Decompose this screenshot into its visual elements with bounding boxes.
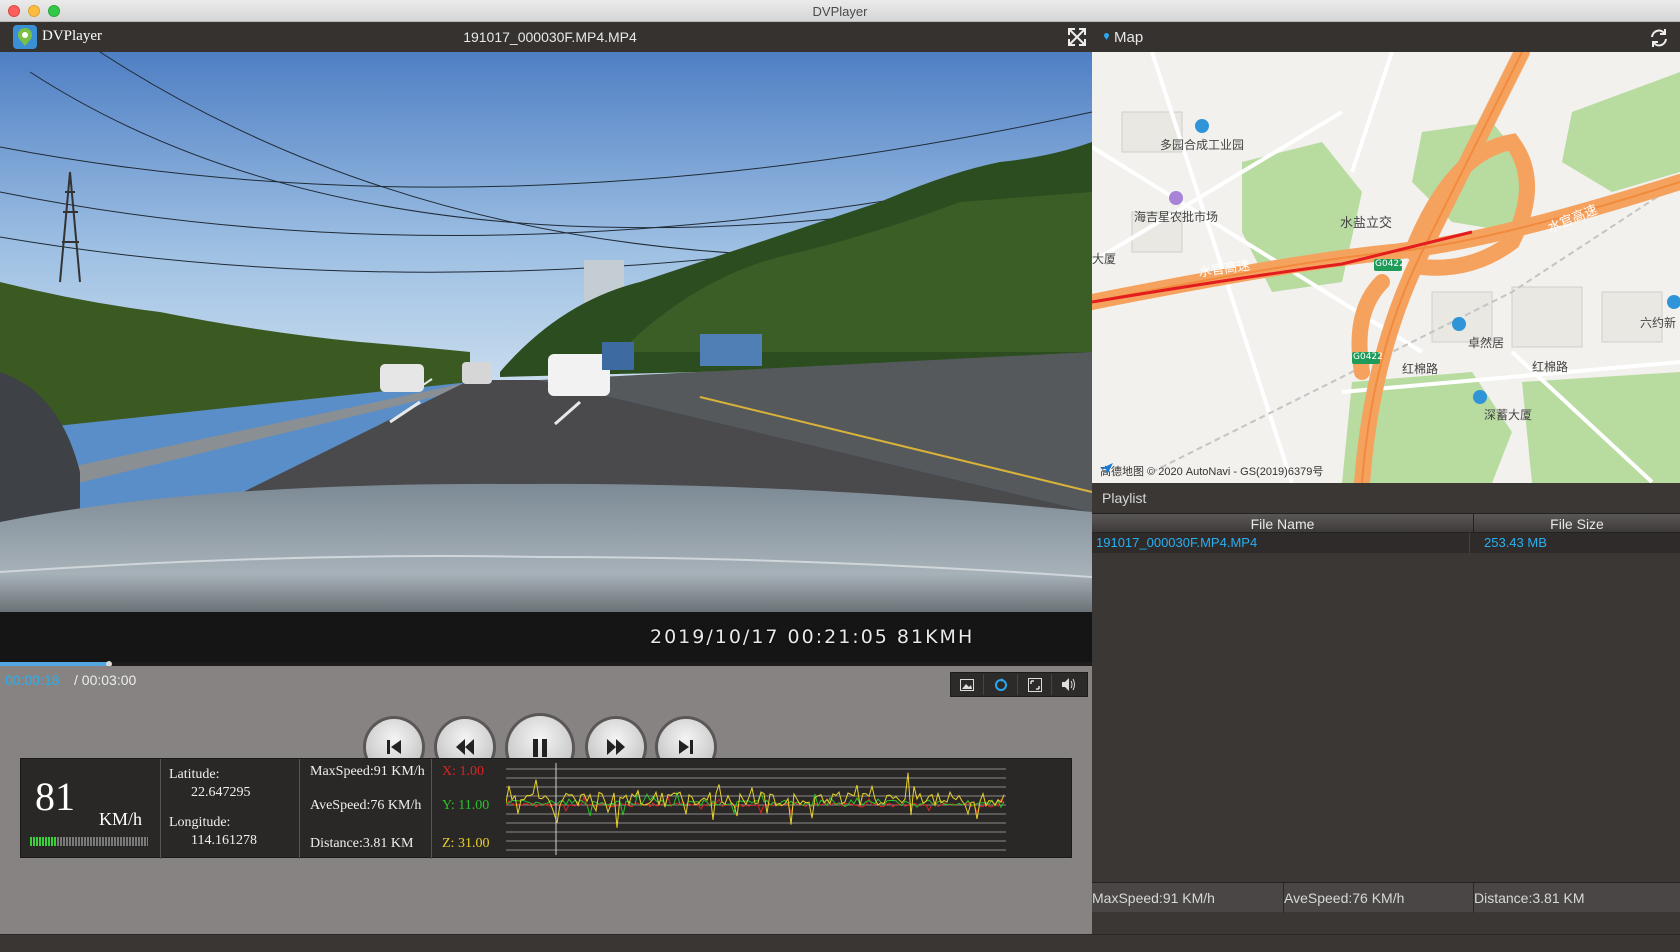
gsensor-axes-cell: X: 1.00 Y: 11.00 Z: 31.00	[432, 759, 500, 859]
map-attribution-text: 高德地图 © 2020 AutoNavi - GS(2019)6379号	[1100, 466, 1324, 478]
map-poi-label: 深蓄大厦	[1484, 408, 1533, 422]
refresh-icon[interactable]	[1648, 27, 1670, 49]
map-poi-label: 海吉星农批市场	[1134, 210, 1219, 224]
navigation-arrow-icon	[1100, 463, 1113, 475]
map-attribution: 高德地图 © 2020 AutoNavi - GS(2019)6379号	[1100, 463, 1323, 479]
window-title: DVPlayer	[812, 4, 868, 19]
speed-meter-fill	[30, 837, 58, 846]
speed-value: 81	[35, 774, 75, 819]
status-bar	[0, 934, 1680, 952]
fullscreen-icon[interactable]	[1066, 26, 1088, 48]
summary-max-speed: MaxSpeed:91 KM/h	[1092, 883, 1284, 913]
video-osd-timestamp: 2019/10/17 00:21:05 81KMH	[650, 626, 975, 648]
video-tool-strip	[950, 672, 1088, 697]
playlist-title: Playlist	[1102, 490, 1147, 506]
road-shield-label: G0422	[1375, 259, 1405, 269]
map-view[interactable]: 多园合成工业园 海吉星农批市场 水盐立交 水官高速 水官高速 大厦 卓然居 红棉…	[1092, 52, 1680, 483]
total-time: / 00:03:00	[74, 672, 137, 688]
speed-meter	[30, 837, 148, 846]
player-header: DVPlayer 191017_000030F.MP4.MP4	[0, 22, 1092, 52]
map-poi-label: 六约新	[1640, 316, 1677, 330]
current-time: 00:00:18	[5, 672, 60, 688]
summary-distance: Distance:3.81 KM	[1474, 890, 1585, 906]
playlist-file-size: 253.43 MB	[1484, 535, 1547, 550]
summary-ave-speed: AveSpeed:76 KM/h	[1284, 883, 1474, 913]
map-header: Map	[1092, 22, 1680, 52]
playlist-header: File Name File Size	[1092, 513, 1680, 534]
screenshot-icon[interactable]	[951, 674, 984, 695]
rotate-icon[interactable]	[985, 674, 1018, 695]
road-shield-label: G0422	[1353, 352, 1383, 362]
controls-panel: 00:00:18 / 00:03:00 81 KM/h Latitude: 22…	[0, 666, 1092, 934]
playlist-panel: Playlist File Name File Size 191017_0000…	[1092, 483, 1680, 934]
speed-unit: KM/h	[99, 809, 143, 829]
map-poi-label: 多园合成工业园	[1160, 138, 1245, 152]
axis-y-value: Y: 11.00	[442, 798, 490, 813]
distance-value: Distance:3.81 KM	[310, 836, 414, 851]
map-poi-label: 卓然居	[1468, 336, 1505, 350]
playlist-summary: MaxSpeed:91 KM/h AveSpeed:76 KM/h Distan…	[1092, 882, 1680, 913]
video-scene	[0, 52, 1092, 664]
playlist-file-name: 191017_000030F.MP4.MP4	[1096, 533, 1470, 553]
latitude-value: 22.647295	[191, 785, 251, 800]
longitude-value: 114.161278	[191, 833, 257, 848]
map-road-label: 红棉路	[1532, 360, 1569, 374]
column-file-name[interactable]: File Name	[1092, 514, 1474, 534]
map-title: Map	[1114, 29, 1144, 46]
location-pin-icon	[1104, 33, 1109, 40]
video-frame[interactable]: 2019/10/17 00:21:05 81KMH	[0, 52, 1092, 664]
longitude-label: Longitude:	[169, 815, 231, 830]
column-file-size[interactable]: File Size	[1474, 514, 1680, 534]
axis-z-value: Z: 31.00	[442, 836, 490, 851]
latitude-label: Latitude:	[169, 767, 220, 782]
gsensor-graph[interactable]	[506, 763, 1006, 855]
ave-speed-value: AveSpeed:76 KM/h	[310, 798, 422, 813]
map-poi-label: 水盐立交	[1340, 216, 1393, 231]
stats-cell: MaxSpeed:91 KM/h AveSpeed:76 KM/h Distan…	[300, 759, 432, 859]
file-title: 191017_000030F.MP4.MP4	[463, 29, 637, 45]
gps-cell: Latitude: 22.647295 Longitude: 114.16127…	[161, 759, 300, 859]
fit-screen-icon[interactable]	[1019, 674, 1052, 695]
window-titlebar: DVPlayer	[0, 0, 1680, 22]
volume-icon[interactable]	[1053, 674, 1086, 695]
axis-x-value: X: 1.00	[442, 764, 484, 779]
speed-cell: 81 KM/h	[21, 759, 161, 859]
max-speed-value: MaxSpeed:91 KM/h	[310, 764, 425, 779]
map-poi-label: 大厦	[1092, 252, 1117, 266]
dvplayer-window: DVPlayer DVPlayer 191017_000030F.MP4.MP4	[0, 0, 1680, 952]
playlist-row[interactable]: 191017_000030F.MP4.MP4 253.43 MB	[1092, 533, 1680, 553]
map-road-label: 红棉路	[1402, 362, 1439, 376]
telemetry-panel: 81 KM/h Latitude: 22.647295 Longitude: 1…	[20, 758, 1072, 859]
